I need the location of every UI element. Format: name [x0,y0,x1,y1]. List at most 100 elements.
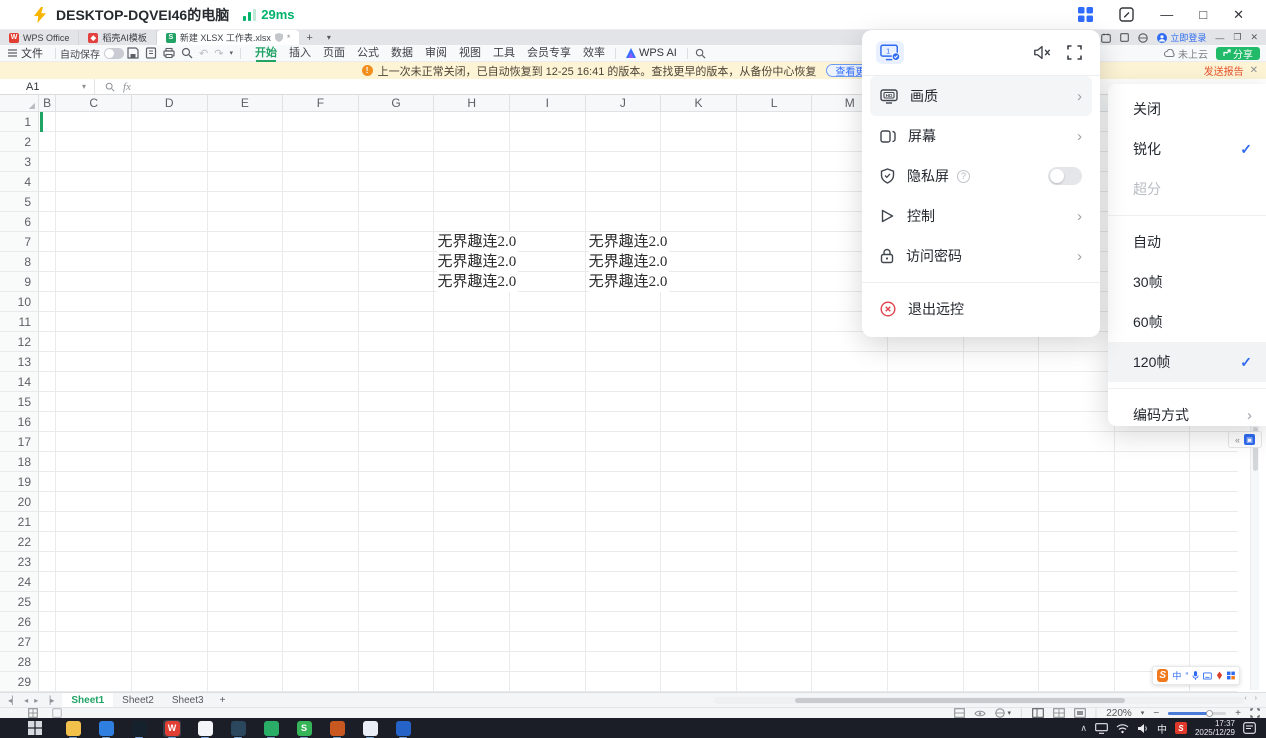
cell-L4[interactable] [737,172,813,192]
cell-F28[interactable] [283,652,359,672]
cell-J14[interactable] [586,372,662,392]
cell-F14[interactable] [283,372,359,392]
print-icon[interactable] [163,47,175,59]
cell-F10[interactable] [283,292,359,312]
cell-N26[interactable] [888,612,964,632]
cell-J3[interactable] [586,152,662,172]
cell-I28[interactable] [510,652,586,672]
close-button[interactable]: ✕ [1233,7,1244,23]
cell-O14[interactable] [964,372,1040,392]
cell-G6[interactable] [359,212,435,232]
cell-I22[interactable] [510,532,586,552]
hidden-icons-chevron[interactable]: ∧ [1080,723,1087,734]
cell-H21[interactable] [434,512,510,532]
cell-E24[interactable] [208,572,284,592]
cell-P27[interactable] [1039,632,1115,652]
name-box-caret-icon[interactable]: ▾ [82,82,86,91]
cell-E20[interactable] [208,492,284,512]
cell-B7[interactable] [39,232,56,252]
cell-M13[interactable] [812,352,888,372]
cell-J1[interactable] [586,112,662,132]
cell-G21[interactable] [359,512,435,532]
wps-restore-button[interactable]: ❐ [1233,32,1241,43]
cell-O17[interactable] [964,432,1040,452]
cell-I23[interactable] [510,552,586,572]
cell-K25[interactable] [661,592,737,612]
cell-C8[interactable] [56,252,132,272]
quality-option-超分[interactable]: 超分 [1108,169,1266,209]
cell-B19[interactable] [39,472,56,492]
cell-D5[interactable] [132,192,208,212]
vertical-scrollbar[interactable] [1250,424,1259,690]
cell-H11[interactable] [434,312,510,332]
cell-F3[interactable] [283,152,359,172]
skin-brush-icon[interactable] [1216,671,1223,680]
column-header-K[interactable]: K [661,95,737,112]
wps-minimize-button[interactable]: — [1215,33,1224,43]
cell-N22[interactable] [888,532,964,552]
cell-E22[interactable] [208,532,284,552]
cell-C28[interactable] [56,652,132,672]
undo-icon[interactable]: ↶ [199,47,208,60]
cell-H29[interactable] [434,672,510,692]
cell-I17[interactable] [510,432,586,452]
cell-C22[interactable] [56,532,132,552]
cell-B25[interactable] [39,592,56,612]
zoom-in-button[interactable]: + [1235,708,1241,719]
quality-option-120帧[interactable]: 120帧✓ [1108,342,1266,382]
cell-G13[interactable] [359,352,435,372]
cell-N23[interactable] [888,552,964,572]
cell-H18[interactable] [434,452,510,472]
cell-N20[interactable] [888,492,964,512]
formula-search-icon[interactable] [105,82,115,92]
row-header-3[interactable]: 3 [0,152,39,172]
cell-M28[interactable] [812,652,888,672]
new-tab-button[interactable]: + [299,30,319,45]
cell-F15[interactable] [283,392,359,412]
cell-M18[interactable] [812,452,888,472]
cell-I9[interactable] [510,272,586,292]
column-header-B[interactable]: B [39,95,56,112]
cell-E1[interactable] [208,112,284,132]
cell-G8[interactable] [359,252,435,272]
taskbar-app-wechat[interactable] [262,720,280,737]
cell-E6[interactable] [208,212,284,232]
cell-H16[interactable] [434,412,510,432]
cell-C17[interactable] [56,432,132,452]
column-header-I[interactable]: I [510,95,586,112]
cell-E28[interactable] [208,652,284,672]
cell-N13[interactable] [888,352,964,372]
notice-close-icon[interactable]: ✕ [1250,65,1258,76]
cell-G16[interactable] [359,412,435,432]
taskbar-app-wps-office[interactable]: W [163,720,181,737]
taskbar-app-app-character[interactable] [328,720,346,737]
cell-F27[interactable] [283,632,359,652]
cell-I15[interactable] [510,392,586,412]
cell-F5[interactable] [283,192,359,212]
cell-L19[interactable] [737,472,813,492]
cell-B26[interactable] [39,612,56,632]
cell-I24[interactable] [510,572,586,592]
cell-I25[interactable] [510,592,586,612]
cell-B12[interactable] [39,332,56,352]
cell-G25[interactable] [359,592,435,612]
cell-D10[interactable] [132,292,208,312]
cell-B4[interactable] [39,172,56,192]
taskbar-app-edge-browser[interactable] [97,720,115,737]
cell-D26[interactable] [132,612,208,632]
page-layout-view-icon[interactable] [1053,708,1065,718]
cell-L25[interactable] [737,592,813,612]
toolbar-caret-icon[interactable]: ▾ [229,49,233,57]
cell-C6[interactable] [56,212,132,232]
cell-Q21[interactable] [1115,512,1191,532]
ribbon-tab-数据[interactable]: 数据 [386,45,418,62]
scroll-arrows[interactable]: ‹ › [1244,695,1260,702]
cell-G11[interactable] [359,312,435,332]
ribbon-tab-工具[interactable]: 工具 [488,45,520,62]
cell-D14[interactable] [132,372,208,392]
cell-Q18[interactable] [1115,452,1191,472]
cell-K21[interactable] [661,512,737,532]
cell-F19[interactable] [283,472,359,492]
cell-F22[interactable] [283,532,359,552]
menu-item-control[interactable]: 控制 › [870,196,1092,236]
